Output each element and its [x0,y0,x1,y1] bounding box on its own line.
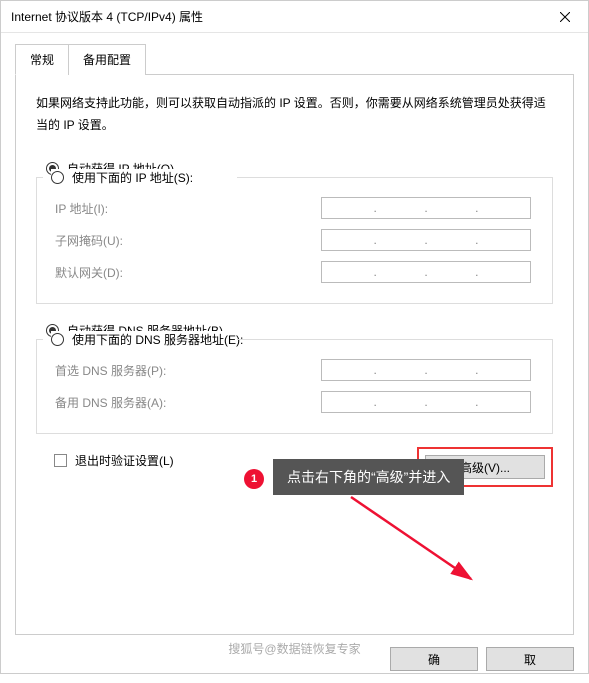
field-label: 备用 DNS 服务器(A): [51,394,321,411]
field-alternate-dns: 备用 DNS 服务器(A): ... [51,391,538,413]
tab-general[interactable]: 常规 [15,44,69,75]
field-subnet: 子网掩码(U): ... [51,229,538,251]
ip-address-input[interactable]: ... [321,197,531,219]
field-label: IP 地址(I): [51,200,321,217]
dialog-window: Internet 协议版本 4 (TCP/IPv4) 属性 常规 备用配置 如果… [0,0,589,674]
cancel-button[interactable]: 取 [486,647,574,671]
titlebar: Internet 协议版本 4 (TCP/IPv4) 属性 [1,1,588,33]
ok-button[interactable]: 确 [390,647,478,671]
radio-manual-dns[interactable]: 使用下面的 DNS 服务器地址(E): [51,331,243,348]
field-label: 默认网关(D): [51,264,321,281]
content-area: 常规 备用配置 如果网络支持此功能，则可以获取自动指派的 IP 设置。否则，你需… [1,33,588,635]
field-label: 首选 DNS 服务器(P): [51,362,321,379]
radio-icon [51,171,64,184]
field-gateway: 默认网关(D): ... [51,261,538,283]
window-title: Internet 协议版本 4 (TCP/IPv4) 属性 [11,8,542,25]
field-preferred-dns: 首选 DNS 服务器(P): ... [51,359,538,381]
manual-ip-group: 使用下面的 IP 地址(S): IP 地址(I): ... 子网掩码(U): .… [36,177,553,304]
alternate-dns-input[interactable]: ... [321,391,531,413]
radio-manual-ip[interactable]: 使用下面的 IP 地址(S): [51,169,193,186]
radio-label: 使用下面的 DNS 服务器地址(E): [72,331,243,348]
checkbox-label: 退出时验证设置(L) [75,452,174,469]
tab-panel: 如果网络支持此功能，则可以获取自动指派的 IP 设置。否则，你需要从网络系统管理… [15,75,574,635]
callout-text: 点击右下角的“高级”并进入 [273,459,464,495]
field-label: 子网掩码(U): [51,232,321,249]
subnet-input[interactable]: ... [321,229,531,251]
radio-label: 使用下面的 IP 地址(S): [72,169,193,186]
preferred-dns-input[interactable]: ... [321,359,531,381]
checkbox-icon [54,454,67,467]
gateway-input[interactable]: ... [321,261,531,283]
radio-icon [51,333,64,346]
manual-dns-group: 使用下面的 DNS 服务器地址(E): 首选 DNS 服务器(P): ... 备… [36,339,553,434]
callout-badge: 1 [244,469,264,489]
close-icon[interactable] [542,1,588,33]
tab-alternate[interactable]: 备用配置 [68,44,146,75]
description-text: 如果网络支持此功能，则可以获取自动指派的 IP 设置。否则，你需要从网络系统管理… [36,93,553,136]
field-ip-address: IP 地址(I): ... [51,197,538,219]
tab-strip: 常规 备用配置 [15,43,574,75]
watermark: 搜狐号@数据链恢复专家 [228,640,360,657]
